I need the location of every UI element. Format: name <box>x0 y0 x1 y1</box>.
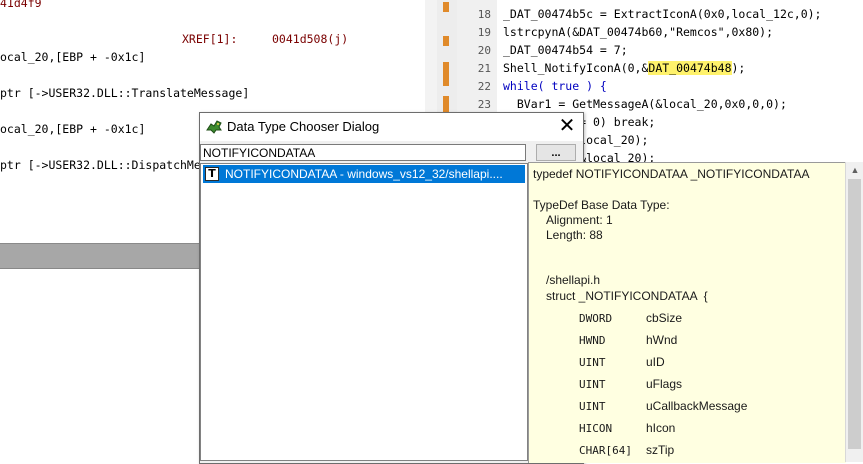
line-number: 19 <box>477 26 491 39</box>
code-line[interactable]: Shell_NotifyIconA(0,&DAT_00474b48); <box>503 61 745 75</box>
typedef-icon: T <box>205 167 219 181</box>
navigation-marker[interactable] <box>443 36 449 46</box>
field-name: cbSize <box>646 311 683 325</box>
alignment-text: Alignment: 1 <box>546 213 613 227</box>
field-type: UINT <box>579 400 606 413</box>
browse-button[interactable]: ... <box>536 144 576 161</box>
header-path: /shellapi.h <box>546 273 601 287</box>
field-type: UINT <box>579 356 606 369</box>
code-line[interactable]: _DAT_00474b5c = ExtractIconA(0x0,local_1… <box>503 7 822 21</box>
base-type-heading: TypeDef Base Data Type: <box>533 198 670 212</box>
line-number: 21 <box>477 62 491 75</box>
vertical-scrollbar[interactable]: ▲ <box>845 162 863 462</box>
line-number: 20 <box>477 44 491 57</box>
ghidra-dragon-icon <box>206 120 222 134</box>
listing-xref[interactable]: XREF[1]: 0041d508(j) <box>182 32 348 46</box>
line-number: 23 <box>477 98 491 111</box>
dialog-titlebar[interactable]: Data Type Chooser Dialog ✕ <box>200 113 583 141</box>
code-line[interactable]: BVar1 = GetMessageA(&local_20,0x0,0,0); <box>503 97 787 111</box>
field-type: HICON <box>579 422 613 435</box>
data-type-chooser-dialog[interactable]: Data Type Chooser Dialog ✕ ... T NOTIFYI… <box>199 112 584 464</box>
type-search-input[interactable] <box>200 144 526 161</box>
code-line[interactable]: while( true ) { <box>503 79 607 93</box>
list-item[interactable]: T NOTIFYICONDATAA - windows_vs12_32/shel… <box>203 165 525 183</box>
field-type: CHAR[64] <box>579 444 632 457</box>
field-name: hIcon <box>646 421 676 435</box>
length-text: Length: 88 <box>546 228 603 242</box>
listing-line[interactable]: ptr [->USER32.DLL::DispatchMe <box>0 158 201 172</box>
line-number: 22 <box>477 80 491 93</box>
field-type: UINT <box>579 378 606 391</box>
field-name: hWnd <box>646 333 678 347</box>
listing-line[interactable]: 41d4f9 <box>0 0 42 10</box>
field-type: DWORD <box>579 312 613 325</box>
code-text: ); <box>731 61 746 75</box>
navigation-marker[interactable] <box>443 62 449 86</box>
listing-line[interactable]: ocal_20,[EBP + -0x1c] <box>0 122 145 136</box>
field-name: uCallbackMessage <box>646 399 748 413</box>
code-text: Shell_NotifyIconA(0,& <box>503 61 649 75</box>
code-line[interactable]: _DAT_00474b54 = 7; <box>503 43 628 57</box>
scrollbar-thumb[interactable] <box>848 179 861 449</box>
field-name: szTip <box>646 443 675 457</box>
typedef-line: typedef NOTIFYICONDATAA _NOTIFYICONDATAA <box>533 167 810 181</box>
list-item-label: NOTIFYICONDATAA - windows_vs12_32/shella… <box>225 167 503 181</box>
struct-line: struct _NOTIFYICONDATAA { <box>546 289 708 303</box>
field-name: uID <box>646 355 665 369</box>
type-info-tooltip: typedef NOTIFYICONDATAA _NOTIFYICONDATAA… <box>528 162 846 463</box>
highlighted-token[interactable]: DAT_00474b48 <box>648 61 732 75</box>
scroll-up-icon[interactable]: ▲ <box>846 162 863 178</box>
field-name: uFlags <box>646 377 683 391</box>
type-match-list[interactable]: T NOTIFYICONDATAA - windows_vs12_32/shel… <box>200 163 528 461</box>
navigation-marker[interactable] <box>443 2 449 12</box>
close-icon[interactable]: ✕ <box>551 113 583 141</box>
listing-line[interactable]: ptr [->USER32.DLL::TranslateMessage] <box>0 86 249 100</box>
code-line[interactable]: lstrcpynA(&DAT_00474b60,"Remcos",0x80); <box>503 25 773 39</box>
listing-line[interactable]: ocal_20,[EBP + -0x1c] <box>0 50 145 64</box>
dialog-title: Data Type Chooser Dialog <box>227 119 380 134</box>
line-number: 18 <box>477 8 491 21</box>
field-type: HWND <box>579 334 606 347</box>
